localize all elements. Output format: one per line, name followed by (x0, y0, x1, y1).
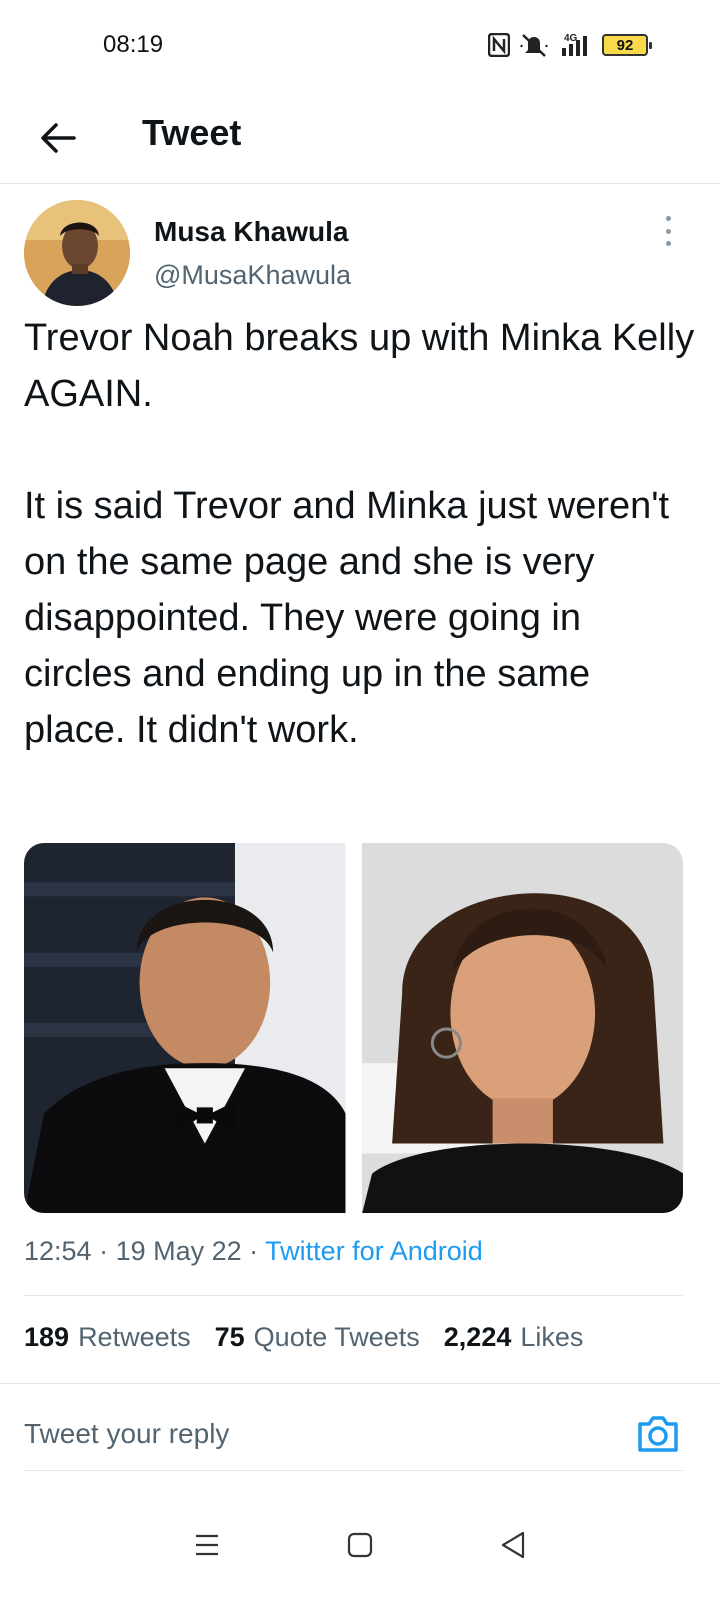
status-icons: 4G 92 (488, 31, 652, 59)
more-options-button[interactable] (658, 216, 678, 246)
status-time: 08:19 (103, 31, 164, 58)
photo-woman-portrait (361, 843, 683, 1213)
avatar-image (24, 200, 130, 306)
tweet-date: 19 May 22 (115, 1236, 242, 1266)
tweet-meta: 12:54 · 19 May 22 · Twitter for Android (24, 1236, 483, 1266)
mute-icon (520, 34, 548, 57)
system-nav-bar (0, 1490, 720, 1600)
divider (24, 1470, 683, 1471)
media-photo-2[interactable] (361, 843, 683, 1213)
reply-input[interactable] (24, 1412, 584, 1456)
home-button[interactable] (336, 1521, 384, 1569)
camera-icon (638, 1416, 678, 1452)
triangle-back-icon (502, 1531, 525, 1559)
battery-indicator: 92 (602, 34, 652, 56)
system-back-button[interactable] (489, 1521, 537, 1569)
media-photo-1[interactable] (24, 843, 346, 1213)
top-app-bar: Tweet (0, 92, 720, 184)
tweet-source-link[interactable]: Twitter for Android (265, 1236, 483, 1266)
recent-apps-button[interactable] (183, 1521, 231, 1569)
avatar[interactable] (24, 200, 130, 306)
arrow-left-icon (41, 123, 76, 153)
photo-man-in-tuxedo (24, 843, 346, 1213)
tweet-stats: 189 Retweets 75 Quote Tweets 2,224 Likes (24, 1322, 583, 1353)
tweet-media (24, 843, 683, 1213)
more-vertical-icon (665, 216, 671, 221)
signal-icon: 4G (562, 33, 587, 56)
tweet-time: 12:54 (24, 1236, 92, 1266)
square-icon (347, 1532, 373, 1558)
status-bar: 08:19 4G 92 (0, 0, 720, 92)
nfc-icon (488, 33, 510, 57)
menu-icon (195, 1534, 218, 1556)
page-title: Tweet (142, 112, 242, 153)
camera-button[interactable] (636, 1412, 680, 1456)
quote-tweets-stat[interactable]: 75 Quote Tweets (215, 1322, 420, 1353)
retweets-stat[interactable]: 189 Retweets (24, 1322, 191, 1353)
divider (24, 1295, 683, 1296)
back-button[interactable] (30, 110, 86, 166)
likes-stat[interactable]: 2,224 Likes (444, 1322, 584, 1353)
author-handle[interactable]: @MusaKhawula (154, 260, 351, 291)
divider (0, 1383, 720, 1384)
tweet-text: Trevor Noah breaks up with Minka Kelly A… (24, 317, 695, 751)
svg-text:4G: 4G (564, 33, 578, 44)
author-name[interactable]: Musa Khawula (154, 216, 348, 248)
